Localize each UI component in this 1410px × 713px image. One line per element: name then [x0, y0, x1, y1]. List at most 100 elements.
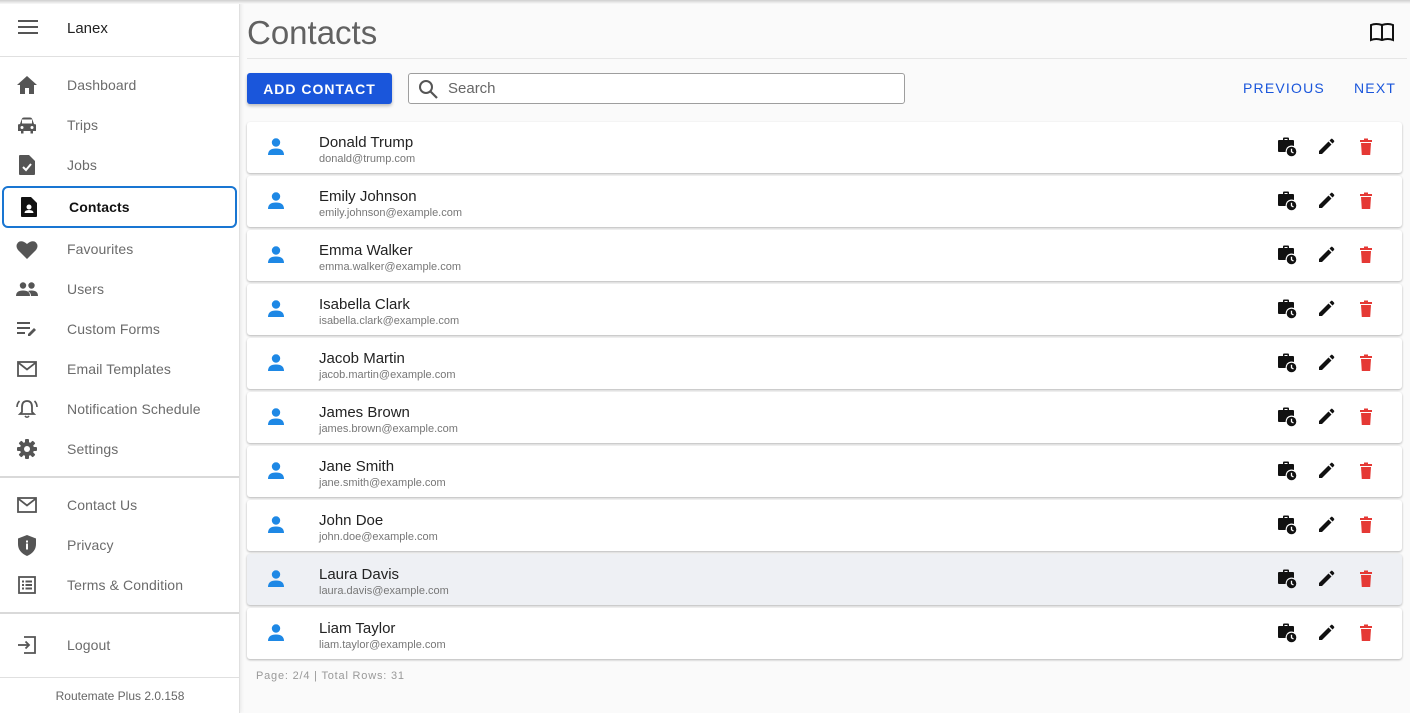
job-schedule-icon[interactable]: [1277, 137, 1297, 157]
edit-icon[interactable]: [1316, 353, 1336, 373]
search-input[interactable]: [448, 80, 888, 97]
contact-row[interactable]: Laura Davis laura.davis@example.com: [247, 554, 1402, 605]
contact-name: Jacob Martin: [319, 350, 405, 367]
job-schedule-icon[interactable]: [1277, 191, 1297, 211]
edit-icon[interactable]: [1316, 461, 1336, 481]
sidebar-item-label: Settings: [67, 441, 119, 457]
person-icon: [268, 246, 284, 263]
sidebar-item-privacy[interactable]: Privacy: [0, 525, 239, 565]
delete-icon[interactable]: [1356, 515, 1376, 535]
sidebar-item-logout[interactable]: Logout: [0, 625, 239, 665]
delete-icon[interactable]: [1356, 569, 1376, 589]
bell-icon: [16, 398, 38, 420]
book-icon[interactable]: [1370, 22, 1394, 42]
delete-icon[interactable]: [1356, 137, 1376, 157]
contact-name: Emily Johnson: [319, 188, 417, 205]
sidebar-item-label: Logout: [67, 637, 111, 653]
delete-icon[interactable]: [1356, 191, 1376, 211]
job-schedule-icon[interactable]: [1277, 245, 1297, 265]
delete-icon[interactable]: [1356, 245, 1376, 265]
edit-list-icon: [16, 318, 38, 340]
sidebar-item-trips[interactable]: Trips: [0, 105, 239, 145]
edit-icon[interactable]: [1316, 299, 1336, 319]
next-page-button[interactable]: NEXT: [1354, 80, 1396, 96]
sidebar-item-notification-schedule[interactable]: Notification Schedule: [0, 389, 239, 429]
page-title: Contacts: [247, 14, 378, 51]
delete-icon[interactable]: [1356, 461, 1376, 481]
mail-icon: [16, 358, 38, 380]
main-content: Contacts ADD CONTACT PREVIOUS NEXT Donal…: [240, 0, 1410, 713]
sidebar-divider: [0, 612, 239, 614]
contact-email: isabella.clark@example.com: [319, 315, 460, 327]
edit-icon[interactable]: [1316, 191, 1336, 211]
gear-icon: [16, 438, 38, 460]
sidebar-item-email-templates[interactable]: Email Templates: [0, 349, 239, 389]
job-schedule-icon[interactable]: [1277, 623, 1297, 643]
job-schedule-icon[interactable]: [1277, 569, 1297, 589]
job-schedule-icon[interactable]: [1277, 515, 1297, 535]
contact-name: Jane Smith: [319, 458, 395, 475]
title-divider: [247, 58, 1407, 59]
sidebar-item-settings[interactable]: Settings: [0, 429, 239, 469]
contact-row[interactable]: Isabella Clark isabella.clark@example.co…: [247, 284, 1402, 335]
edit-icon[interactable]: [1316, 137, 1336, 157]
contact-row[interactable]: Jacob Martin jacob.martin@example.com: [247, 338, 1402, 389]
page-info: Page: 2/4 | Total Rows: 31: [256, 670, 405, 682]
edit-icon[interactable]: [1316, 569, 1336, 589]
shield-icon: [16, 534, 38, 556]
car-icon: [16, 114, 38, 136]
job-schedule-icon[interactable]: [1277, 407, 1297, 427]
contact-row[interactable]: Emma Walker emma.walker@example.com: [247, 230, 1402, 281]
contact-row[interactable]: Liam Taylor liam.taylor@example.com: [247, 608, 1402, 659]
mail-icon: [16, 494, 38, 516]
sidebar-item-contacts[interactable]: Contacts: [2, 186, 237, 228]
sidebar-item-label: Users: [67, 281, 105, 297]
delete-icon[interactable]: [1356, 299, 1376, 319]
contact-email: emily.johnson@example.com: [319, 207, 463, 219]
hamburger-menu-icon[interactable]: [18, 20, 38, 34]
sidebar-item-custom-forms[interactable]: Custom Forms: [0, 309, 239, 349]
contact-name: Emma Walker: [319, 242, 413, 259]
sidebar: Lanex Dashboard Trips Jobs Contacts Favo…: [0, 0, 240, 713]
contact-row[interactable]: Jane Smith jane.smith@example.com: [247, 446, 1402, 497]
sidebar-secondary-nav: Contact Us Privacy Terms & Condition: [0, 485, 239, 605]
edit-icon[interactable]: [1316, 407, 1336, 427]
sidebar-item-label: Terms & Condition: [67, 577, 184, 593]
search-field[interactable]: [408, 73, 905, 104]
delete-icon[interactable]: [1356, 623, 1376, 643]
contact-row[interactable]: Emily Johnson emily.johnson@example.com: [247, 176, 1402, 227]
contact-row[interactable]: James Brown james.brown@example.com: [247, 392, 1402, 443]
job-schedule-icon[interactable]: [1277, 353, 1297, 373]
person-icon: [268, 408, 284, 425]
sidebar-item-label: Trips: [67, 117, 99, 133]
heart-icon: [16, 238, 38, 260]
contact-name: Liam Taylor: [319, 620, 396, 637]
edit-icon[interactable]: [1316, 623, 1336, 643]
sidebar-item-terms[interactable]: Terms & Condition: [0, 565, 239, 605]
delete-icon[interactable]: [1356, 353, 1376, 373]
contact-list: Donald Trump donald@trump.com Emily John…: [247, 122, 1402, 662]
top-shadow: [0, 0, 1410, 4]
sidebar-item-users[interactable]: Users: [0, 269, 239, 309]
sidebar-item-favourites[interactable]: Favourites: [0, 229, 239, 269]
edit-icon[interactable]: [1316, 245, 1336, 265]
delete-icon[interactable]: [1356, 407, 1376, 427]
person-icon: [268, 138, 284, 155]
sidebar-logout-group: Logout: [0, 621, 239, 665]
contact-name: Laura Davis: [319, 566, 400, 583]
sidebar-item-label: Contacts: [69, 199, 130, 215]
sidebar-item-label: Notification Schedule: [67, 401, 201, 417]
contact-email: jacob.martin@example.com: [319, 369, 456, 381]
sidebar-item-dashboard[interactable]: Dashboard: [0, 65, 239, 105]
edit-icon[interactable]: [1316, 515, 1336, 535]
contact-row[interactable]: John Doe john.doe@example.com: [247, 500, 1402, 551]
add-contact-button[interactable]: ADD CONTACT: [247, 73, 392, 104]
contact-row[interactable]: Donald Trump donald@trump.com: [247, 122, 1402, 173]
job-schedule-icon[interactable]: [1277, 299, 1297, 319]
person-icon: [268, 354, 284, 371]
job-schedule-icon[interactable]: [1277, 461, 1297, 481]
sidebar-item-contact-us[interactable]: Contact Us: [0, 485, 239, 525]
previous-page-button[interactable]: PREVIOUS: [1243, 80, 1325, 96]
person-icon: [268, 462, 284, 479]
sidebar-item-jobs[interactable]: Jobs: [0, 145, 239, 185]
